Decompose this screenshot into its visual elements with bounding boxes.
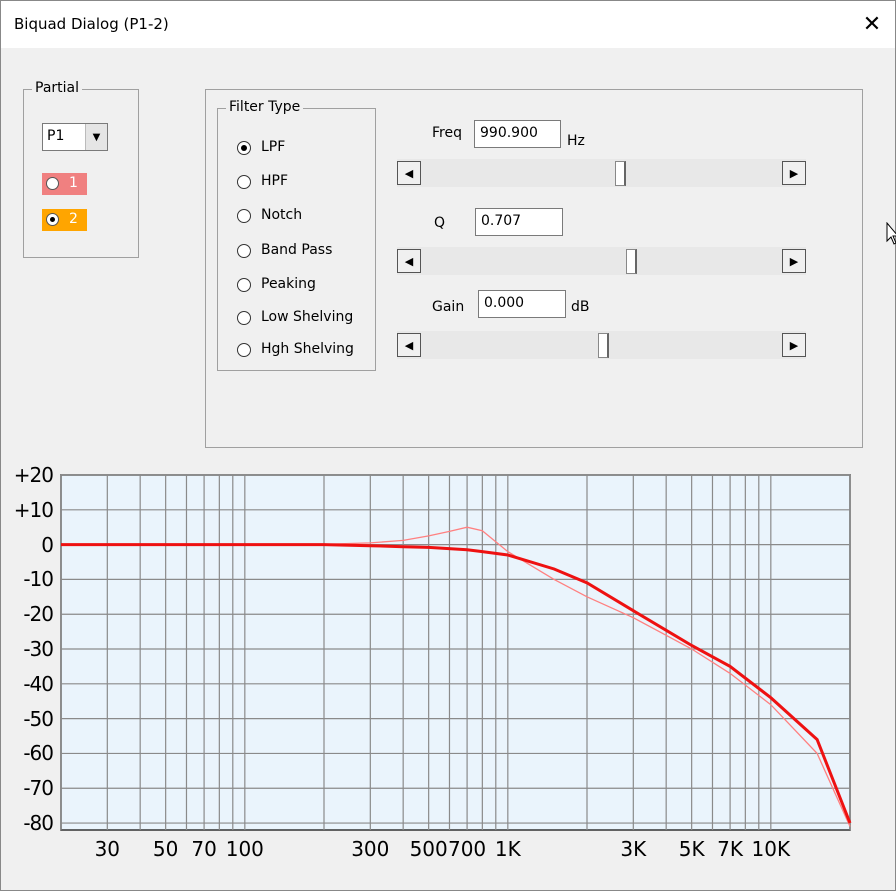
x-tick-label: 7K — [717, 837, 743, 861]
x-tick-label: 500 — [409, 837, 448, 861]
plot-area — [60, 474, 851, 831]
x-tick-label: 70 — [191, 837, 217, 861]
x-tick-label: 3K — [620, 837, 647, 861]
mouse-cursor-icon — [886, 222, 896, 245]
x-tick-label: 50 — [152, 837, 179, 861]
x-tick-label: 300 — [351, 837, 390, 861]
x-tick-label: 30 — [94, 837, 121, 861]
x-tick-label: 1K — [494, 837, 521, 861]
x-tick-label: 10K — [751, 837, 791, 861]
x-tick-label: 5K — [678, 837, 705, 861]
x-tick-label: 100 — [225, 837, 264, 861]
frequency-response-chart — [60, 474, 852, 831]
biquad-dialog-window: Biquad Dialog (P1-2) ✕ Partial P1 ▼ 12 F… — [0, 0, 896, 891]
x-tick-label: 700 — [447, 837, 487, 861]
